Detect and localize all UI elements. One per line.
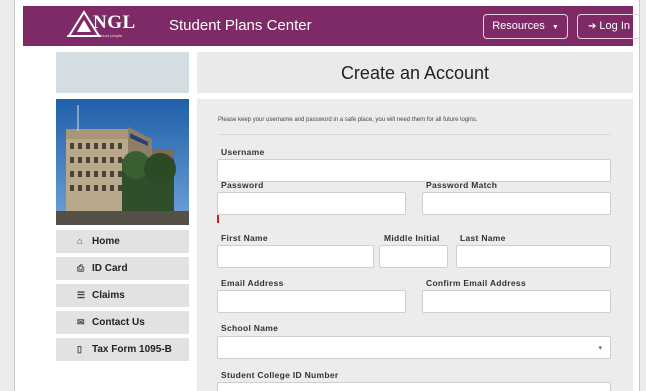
create-account-form: Please keep your username and password i… bbox=[197, 99, 633, 391]
sidebar-item-id-card[interactable]: ⎙ ID Card bbox=[56, 257, 189, 280]
resources-label: Resources bbox=[492, 20, 545, 32]
password-field[interactable] bbox=[217, 192, 406, 215]
caret-down-icon: ▼ bbox=[551, 24, 559, 31]
student-id-label: Student College ID Number bbox=[221, 370, 339, 380]
page-title: Create an Account bbox=[340, 63, 490, 83]
select-caret-icon: ▾ bbox=[598, 345, 602, 352]
sign-in-icon: ➔ bbox=[587, 21, 597, 32]
middle-initial-field[interactable] bbox=[379, 245, 448, 268]
school-name-select[interactable]: ▾ bbox=[217, 336, 611, 359]
sidebar-item-label: Claims bbox=[92, 290, 125, 301]
sidebar-item-label: ID Card bbox=[92, 263, 128, 274]
email-field[interactable] bbox=[217, 290, 406, 313]
home-icon: ⌂ bbox=[77, 236, 83, 246]
login-button[interactable]: ➔ Log In bbox=[577, 14, 639, 39]
school-name-label: School Name bbox=[221, 323, 279, 333]
logo-tagline: It's about people. bbox=[93, 33, 124, 38]
username-label: Username bbox=[221, 147, 265, 157]
logo[interactable]: NGL It's about people. bbox=[67, 10, 177, 42]
sidebar-item-tax-form[interactable]: ▯ Tax Form 1095-B bbox=[56, 338, 189, 361]
first-name-label: First Name bbox=[221, 233, 268, 243]
sidebar-item-contact-us[interactable]: ✉ Contact Us bbox=[56, 311, 189, 334]
sidebar-item-label: Contact Us bbox=[92, 317, 145, 328]
page-heading-band: Create an Account bbox=[197, 52, 633, 93]
navbar: NGL It's about people. Student Plans Cen… bbox=[23, 6, 639, 46]
last-name-field[interactable] bbox=[456, 245, 611, 268]
logo-text: NGL bbox=[93, 12, 136, 33]
middle-initial-label: Middle Initial bbox=[384, 233, 440, 243]
building-photo bbox=[56, 99, 189, 225]
sidebar-item-claims[interactable]: ☰ Claims bbox=[56, 284, 189, 307]
site-title[interactable]: Student Plans Center bbox=[169, 17, 312, 34]
confirm-email-field[interactable] bbox=[422, 290, 611, 313]
email-label: Email Address bbox=[221, 278, 284, 288]
password-match-field[interactable] bbox=[422, 192, 611, 215]
resources-dropdown-button[interactable]: Resources ▼ bbox=[483, 14, 568, 39]
password-error-indicator bbox=[217, 215, 219, 223]
print-icon: ⎙ bbox=[77, 263, 85, 273]
login-notice: Please keep your username and password i… bbox=[218, 117, 478, 123]
page-frame: NGL It's about people. Student Plans Cen… bbox=[14, 0, 640, 391]
document-icon: ▯ bbox=[77, 344, 82, 354]
first-name-field[interactable] bbox=[217, 245, 374, 268]
sidebar-item-label: Home bbox=[92, 236, 120, 247]
sidebar-item-home[interactable]: ⌂ Home bbox=[56, 230, 189, 253]
password-label: Password bbox=[221, 180, 264, 190]
password-match-label: Password Match bbox=[426, 180, 498, 190]
envelope-icon: ✉ bbox=[77, 317, 85, 327]
username-field[interactable] bbox=[217, 159, 611, 182]
last-name-label: Last Name bbox=[460, 233, 506, 243]
list-icon: ☰ bbox=[77, 290, 86, 300]
divider bbox=[218, 134, 611, 135]
login-label: Log In bbox=[599, 20, 631, 32]
sidebar-header-block bbox=[56, 52, 189, 93]
confirm-email-label: Confirm Email Address bbox=[426, 278, 526, 288]
student-id-field[interactable] bbox=[217, 382, 611, 391]
sidebar-item-label: Tax Form 1095-B bbox=[92, 344, 172, 355]
